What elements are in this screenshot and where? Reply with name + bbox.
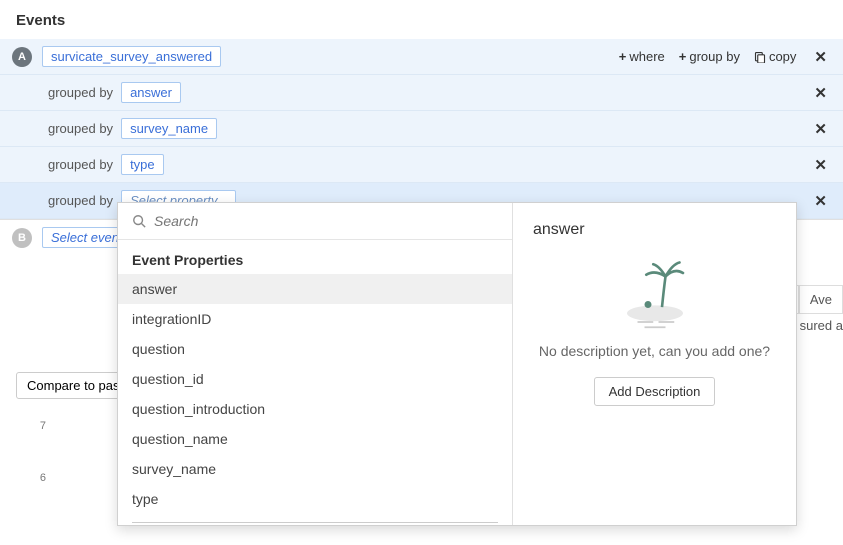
- remove-event-button[interactable]: ✕: [810, 48, 831, 66]
- plus-icon: +: [619, 49, 627, 64]
- event-row-a: A survicate_survey_answered +where +grou…: [0, 39, 843, 75]
- empty-state-island-icon: [610, 259, 700, 329]
- group-pill-type[interactable]: type: [121, 154, 164, 175]
- section-title: Events: [0, 0, 843, 39]
- property-item-question[interactable]: question: [118, 334, 512, 364]
- table-cell: Ave: [799, 285, 843, 314]
- partial-text: sured a: [800, 318, 843, 333]
- property-item-survey-name[interactable]: survey_name: [118, 454, 512, 484]
- group-pill-survey-name[interactable]: survey_name: [121, 118, 217, 139]
- select-event-pill[interactable]: Select even: [42, 227, 128, 248]
- property-list-header: Event Properties: [118, 240, 512, 274]
- grouped-by-label: grouped by: [48, 157, 113, 172]
- where-button[interactable]: +where: [619, 49, 665, 64]
- group-row-type: grouped by type ✕: [0, 147, 843, 183]
- search-row: [118, 203, 512, 240]
- event-badge-b: B: [12, 228, 32, 248]
- grouped-by-label: grouped by: [48, 85, 113, 100]
- remove-group-button[interactable]: ✕: [810, 156, 831, 174]
- search-icon: [132, 214, 146, 228]
- grouped-by-label: grouped by: [48, 193, 113, 208]
- detail-title: answer: [533, 221, 776, 239]
- property-item-answer[interactable]: answer: [118, 274, 512, 304]
- event-badge-a: A: [12, 47, 32, 67]
- property-item-question-id[interactable]: question_id: [118, 364, 512, 394]
- divider: [132, 522, 498, 523]
- dropdown-list-pane: Event Properties answer integrationID qu…: [118, 203, 513, 525]
- event-name-pill[interactable]: survicate_survey_answered: [42, 46, 221, 67]
- remove-group-button[interactable]: ✕: [810, 120, 831, 138]
- add-description-button[interactable]: Add Description: [594, 377, 716, 406]
- event-a-block: A survicate_survey_answered +where +grou…: [0, 39, 843, 220]
- group-row-answer: grouped by answer ✕: [0, 75, 843, 111]
- property-list[interactable]: Event Properties answer integrationID qu…: [118, 240, 512, 525]
- property-item-question-name[interactable]: question_name: [118, 424, 512, 454]
- grouped-by-label: grouped by: [48, 121, 113, 136]
- group-pill-answer[interactable]: answer: [121, 82, 181, 103]
- no-description-text: No description yet, can you add one?: [533, 343, 776, 359]
- copy-button[interactable]: copy: [754, 49, 796, 64]
- remove-group-button[interactable]: ✕: [810, 84, 831, 102]
- remove-group-button[interactable]: ✕: [810, 192, 831, 210]
- copy-icon: [754, 51, 766, 63]
- dropdown-detail-pane: answer No description yet, can you add o…: [513, 203, 796, 525]
- axis-tick: 7: [16, 420, 46, 432]
- chart-y-axis: 7 6: [16, 420, 116, 524]
- group-row-survey-name: grouped by survey_name ✕: [0, 111, 843, 147]
- group-by-button[interactable]: +group by: [679, 49, 740, 64]
- property-dropdown: Event Properties answer integrationID qu…: [117, 202, 797, 526]
- plus-icon: +: [679, 49, 687, 64]
- property-item-type[interactable]: type: [118, 484, 512, 514]
- property-item-question-introduction[interactable]: question_introduction: [118, 394, 512, 424]
- search-input[interactable]: [154, 213, 498, 229]
- axis-tick: 6: [16, 472, 46, 484]
- property-item-integrationid[interactable]: integrationID: [118, 304, 512, 334]
